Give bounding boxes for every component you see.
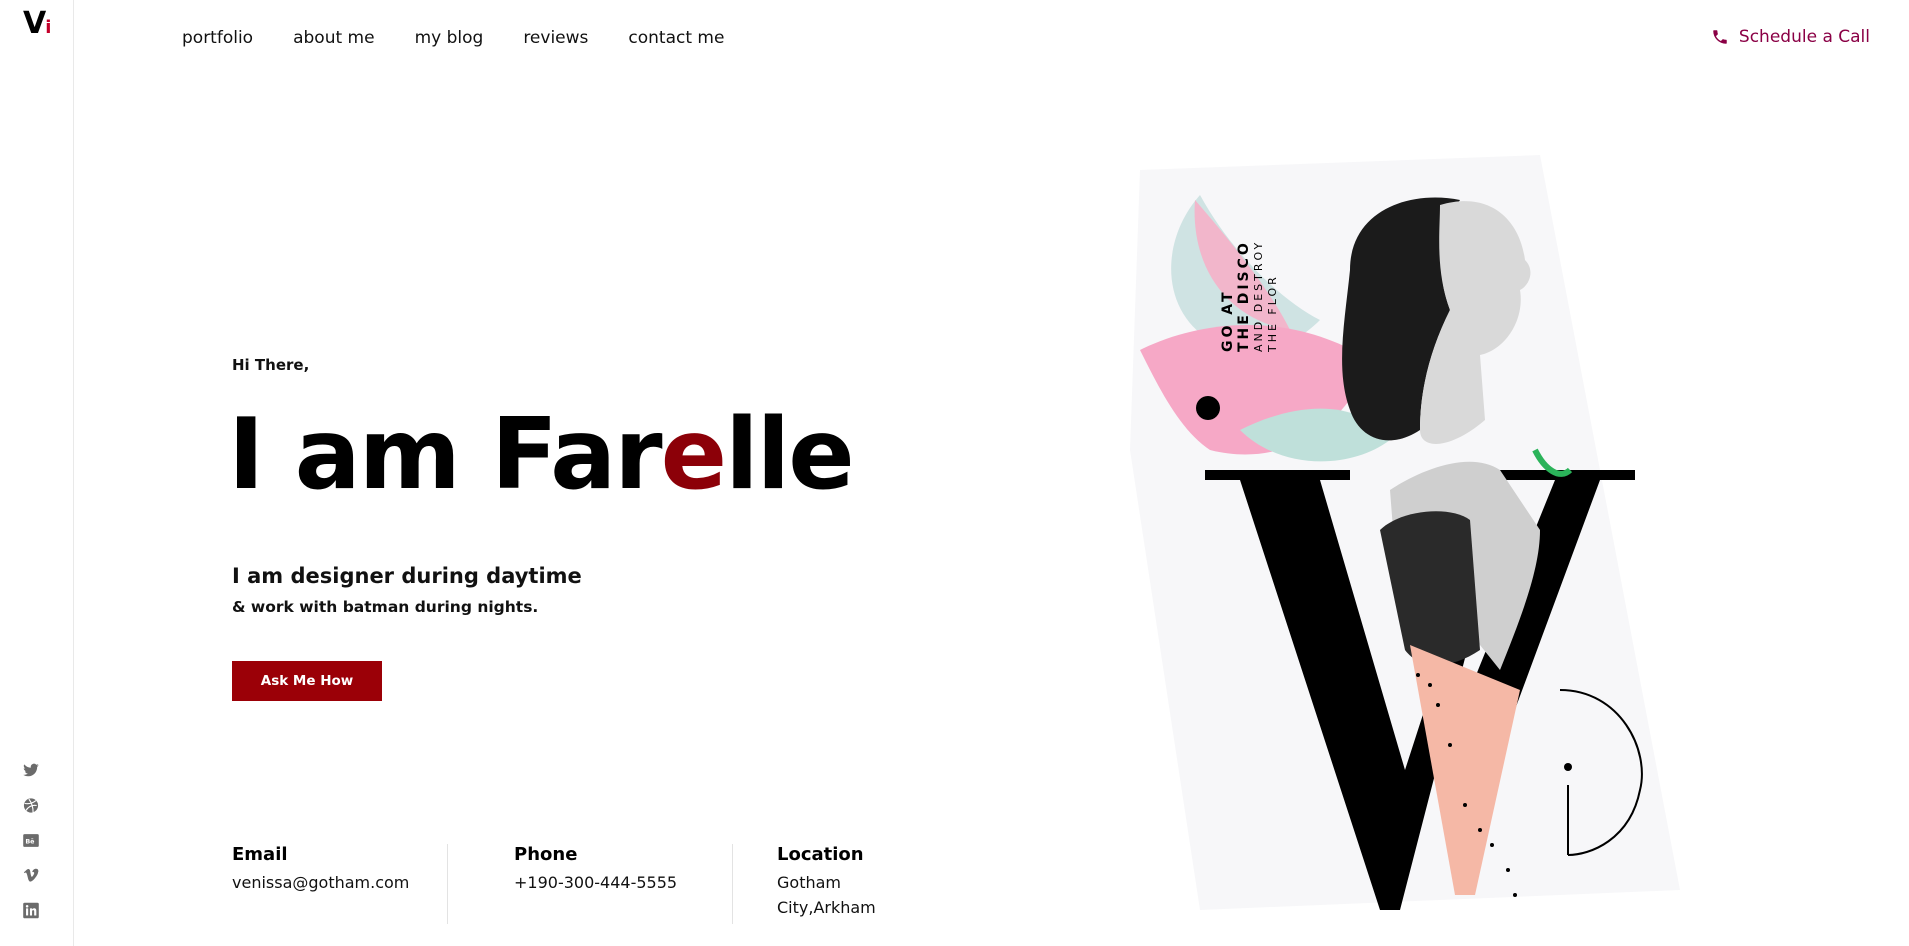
svg-text:Bē: Bē — [25, 837, 34, 845]
phone-value[interactable]: +190-300-444-5555 — [514, 870, 714, 895]
left-rail: Vi Bē — [0, 0, 74, 946]
artwork-dot — [1196, 396, 1220, 420]
artwork-dot — [1513, 893, 1517, 897]
nav-portfolio[interactable]: portfolio — [182, 28, 253, 48]
logo[interactable]: Vi — [23, 6, 51, 46]
email-value[interactable]: venissa@gotham.com — [232, 870, 442, 895]
artwork-dot — [1448, 743, 1452, 747]
location-label: Location — [777, 844, 864, 865]
hero-tagline: I am designer during daytime — [232, 564, 582, 588]
main-nav: portfolio about me my blog reviews conta… — [182, 28, 724, 48]
contact-phone: Phone +190-300-444-5555 — [514, 843, 714, 923]
headline-part1: I am Far — [228, 398, 663, 512]
schedule-call-label: Schedule a Call — [1738, 27, 1870, 47]
phone-label: Phone — [514, 844, 578, 865]
nav-my-blog[interactable]: my blog — [415, 28, 484, 48]
phone-icon — [1713, 30, 1727, 44]
social-links: Bē — [22, 762, 40, 919]
location-line1: Gotham — [777, 873, 841, 892]
artwork-text-line3: AND DESTROY — [1252, 239, 1265, 352]
logo-letter: V — [23, 6, 46, 41]
location-value: Gotham City,Arkham — [777, 870, 897, 920]
contact-location: Location Gotham City,Arkham — [777, 843, 897, 923]
hero-artwork — [1130, 155, 1680, 910]
artwork-dot — [1463, 803, 1467, 807]
artwork-dot — [1506, 868, 1510, 872]
artwork-dot — [1416, 673, 1420, 677]
artwork-dot — [1428, 683, 1432, 687]
artwork-dot — [1478, 828, 1482, 832]
artwork-text-line4: THE FLOR — [1266, 274, 1279, 352]
ask-me-how-button[interactable]: Ask Me How — [232, 661, 382, 701]
info-divider — [732, 844, 733, 924]
artwork-dot — [1436, 703, 1440, 707]
headline-highlight: e — [660, 398, 727, 512]
nav-about-me[interactable]: about me — [293, 28, 374, 48]
twitter-icon[interactable] — [22, 762, 40, 779]
artwork-dot — [1564, 763, 1572, 771]
headline-part2: lle — [725, 398, 855, 512]
logo-accent: i — [45, 17, 51, 38]
hero-headline: I am Farelle — [228, 396, 855, 514]
dribbble-icon[interactable] — [22, 797, 40, 814]
nav-reviews[interactable]: reviews — [523, 28, 588, 48]
artwork-text-line2: THE DISCO — [1236, 240, 1252, 352]
contact-email: Email venissa@gotham.com — [232, 843, 442, 923]
schedule-call-link[interactable]: Schedule a Call — [1711, 27, 1870, 47]
linkedin-icon[interactable] — [22, 902, 40, 919]
artwork-dot — [1490, 843, 1494, 847]
artwork-text-line1: GO AT — [1220, 289, 1236, 352]
nav-contact-me[interactable]: contact me — [628, 28, 724, 48]
vimeo-icon[interactable] — [22, 867, 40, 884]
behance-icon[interactable]: Bē — [22, 832, 40, 849]
info-divider — [447, 844, 448, 924]
location-line2: City,Arkham — [777, 898, 876, 917]
email-label: Email — [232, 844, 288, 865]
hero-subtagline: & work with batman during nights. — [232, 598, 539, 616]
hero-greeting: Hi There, — [232, 356, 310, 374]
